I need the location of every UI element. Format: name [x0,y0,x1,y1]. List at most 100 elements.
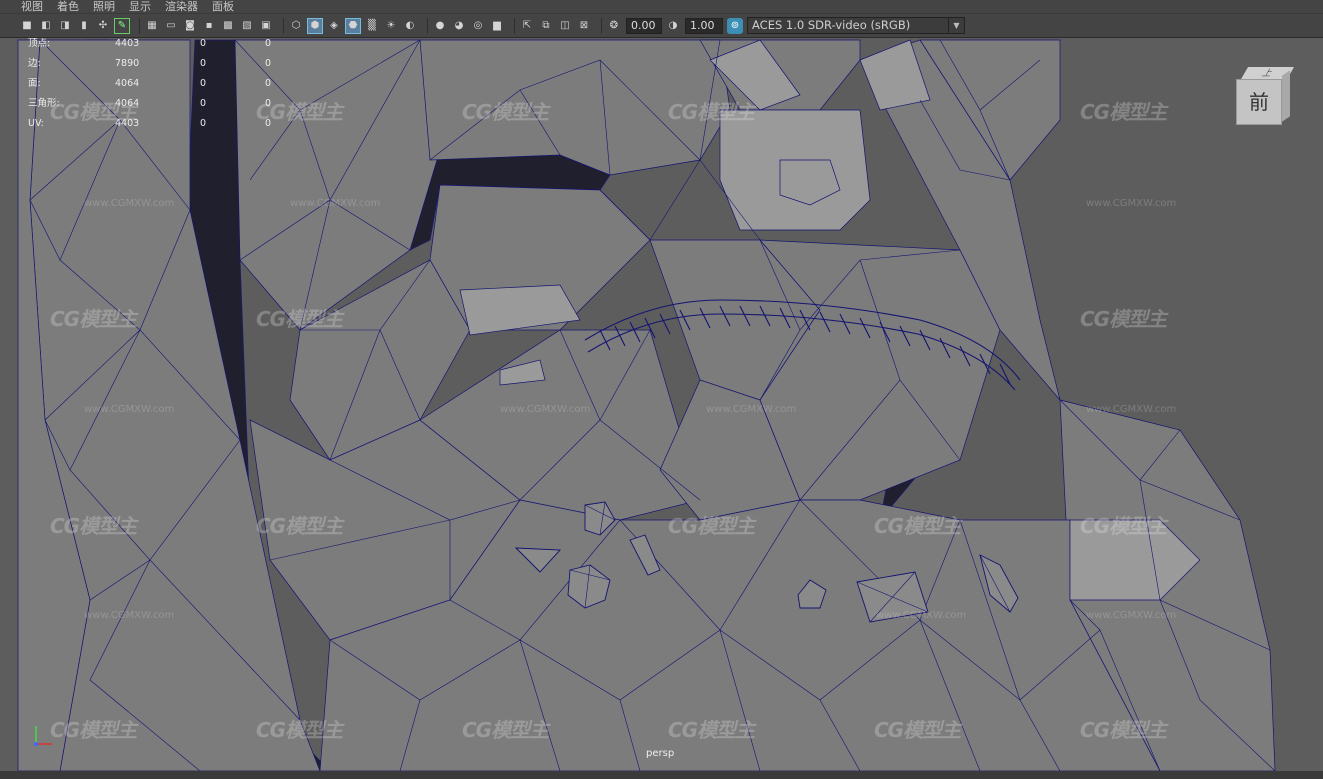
watermark-url: www.CGMXW.com [84,404,175,415]
safe-action-icon[interactable]: ▧ [240,19,254,33]
xray-joints-icon[interactable]: ⧉ [539,19,553,33]
hud-label: 边: [28,58,41,69]
menu-view[interactable]: 视图 [21,0,43,14]
hud-row-faces: 面: 4064 0 0 [28,78,278,98]
grease-pencil-icon[interactable]: ✎ [114,17,130,34]
chevron-down-icon: ▼ [948,18,964,33]
menu-panels[interactable]: 面板 [212,0,234,14]
screen-space-ao-icon[interactable]: ◐ [403,19,417,33]
hud-value: 4403 [115,118,140,129]
gamma-field[interactable] [685,17,723,34]
bookmark-icon[interactable]: ▮ [77,19,91,33]
watermark-logo: CG模型主 [668,100,755,124]
toolbar-divider [601,17,602,34]
watermark-logo: CG模型主 [874,718,961,742]
hud-value: 7890 [115,58,140,69]
watermark-logo: CG模型主 [50,718,137,742]
watermark-logo: CG模型主 [256,307,343,331]
watermark-url: www.CGMXW.com [500,404,591,415]
hud-value: 0 [200,38,207,49]
menu-lighting[interactable]: 照明 [93,0,115,14]
watermark-logo: CG模型主 [256,514,343,538]
view-transform-label: ACES 1.0 SDR-video (sRGB) [752,18,911,32]
viewport-bottom-border [0,771,1323,779]
field-chart-icon[interactable]: ▩ [221,19,235,33]
use-lights-icon[interactable]: ▒ [365,19,379,33]
viewport-toolbar: ■ ◧ ◨ ▮ ✣ ✎ ▦ ▭ ◙ ▪ ▩ ▧ ▣ ⬡ ⬢ ◈ ⬣ ▒ ☀ ◐ … [0,14,1323,38]
wireframe-on-shaded-icon[interactable]: ◈ [327,19,341,33]
toolbar-divider [514,17,515,34]
watermark-logo: CG模型主 [256,718,343,742]
menu-show[interactable]: 显示 [129,0,151,14]
grid-icon[interactable]: ▦ [145,19,159,33]
toolbar-divider [139,17,140,34]
image-plane-icon[interactable]: ✣ [96,19,110,33]
3d-viewport[interactable]: CG模型主 CG模型主 CG模型主 CG模型主 CG模型主 CG模型主 CG模型… [0,38,1323,771]
menu-renderer[interactable]: 渲染器 [165,0,198,14]
view-cube[interactable]: 上 前 [1236,67,1295,127]
hud-value: 0 [265,118,272,129]
hud-value: 0 [200,118,207,129]
toolbar-divider [283,17,284,34]
camera-select-icon[interactable]: ■ [20,19,34,33]
watermark-url: www.CGMXW.com [1086,404,1177,415]
view-cube-front-face[interactable]: 前 [1236,79,1282,125]
safe-title-icon[interactable]: ▣ [259,19,273,33]
resolution-gate-icon[interactable]: ◙ [183,19,197,33]
hud-value: 0 [265,58,272,69]
toolbar-divider [427,17,428,34]
hud-value: 0 [265,78,272,89]
watermark-logo: CG模型主 [462,100,549,124]
watermark-logo: CG模型主 [874,514,961,538]
gamma-icon[interactable]: ◑ [666,19,680,33]
hud-value: 0 [200,78,207,89]
isolate-select-icon[interactable]: ▆ [490,19,504,33]
motion-blur-icon[interactable]: ● [433,19,447,33]
watermark-logo: CG模型主 [50,307,137,331]
film-gate-icon[interactable]: ▭ [164,19,178,33]
view-cube-side-face[interactable] [1282,70,1290,122]
menu-shading[interactable]: 着色 [57,0,79,14]
watermark-logo: CG模型主 [668,718,755,742]
viewport-menu-bar: 视图 着色 照明 显示 渲染器 面板 [0,0,1323,14]
watermark-logo: CG模型主 [1080,718,1167,742]
xray-components-icon[interactable]: ◫ [558,19,572,33]
color-management-icon[interactable]: ⊚ [727,17,743,34]
watermark-logo: CG模型主 [50,514,137,538]
watermark-logo: CG模型主 [1080,307,1167,331]
textured-icon[interactable]: ⬣ [345,17,361,34]
view-transform-dropdown[interactable]: ACES 1.0 SDR-video (sRGB) ▼ [747,17,965,34]
camera-lock-icon[interactable]: ◧ [39,19,53,33]
anti-aliasing-icon[interactable]: ◕ [452,19,466,33]
watermark-url: www.CGMXW.com [290,198,381,209]
wireframe-icon[interactable]: ⬡ [289,19,303,33]
hud-value: 0 [200,98,207,109]
hud-value: 0 [265,98,272,109]
camera-name-label: persp [646,748,675,759]
xray-active-components-icon[interactable]: ⊠ [577,19,591,33]
hud-label: 顶点: [28,38,51,49]
hud-label: 三角形: [28,98,60,109]
hud-label: 面: [28,78,41,89]
hud-value: 4064 [115,78,140,89]
shadows-icon[interactable]: ☀ [384,19,398,33]
camera-attributes-icon[interactable]: ◨ [58,19,72,33]
watermark-url: www.CGMXW.com [706,404,797,415]
watermark-logo: CG模型主 [668,514,755,538]
hud-row-edges: 边: 7890 0 0 [28,58,278,78]
xray-icon[interactable]: ⇱ [520,19,534,33]
hud-row-triangles: 三角形: 4064 0 0 [28,98,278,118]
hud-value: 4403 [115,38,140,49]
hud-label: UV: [28,118,44,129]
exposure-icon[interactable]: ❂ [607,19,621,33]
hud-value: 0 [200,58,207,69]
gate-mask-icon[interactable]: ▪ [202,19,216,33]
hud-value: 4064 [115,98,140,109]
hud-value: 0 [265,38,272,49]
watermark-url: www.CGMXW.com [84,610,175,621]
watermark-logo: CG模型主 [462,718,549,742]
smooth-shade-icon[interactable]: ⬢ [307,17,323,34]
exposure-field[interactable] [626,17,662,34]
depth-of-field-icon[interactable]: ◎ [471,19,485,33]
watermark-url: www.CGMXW.com [1086,198,1177,209]
